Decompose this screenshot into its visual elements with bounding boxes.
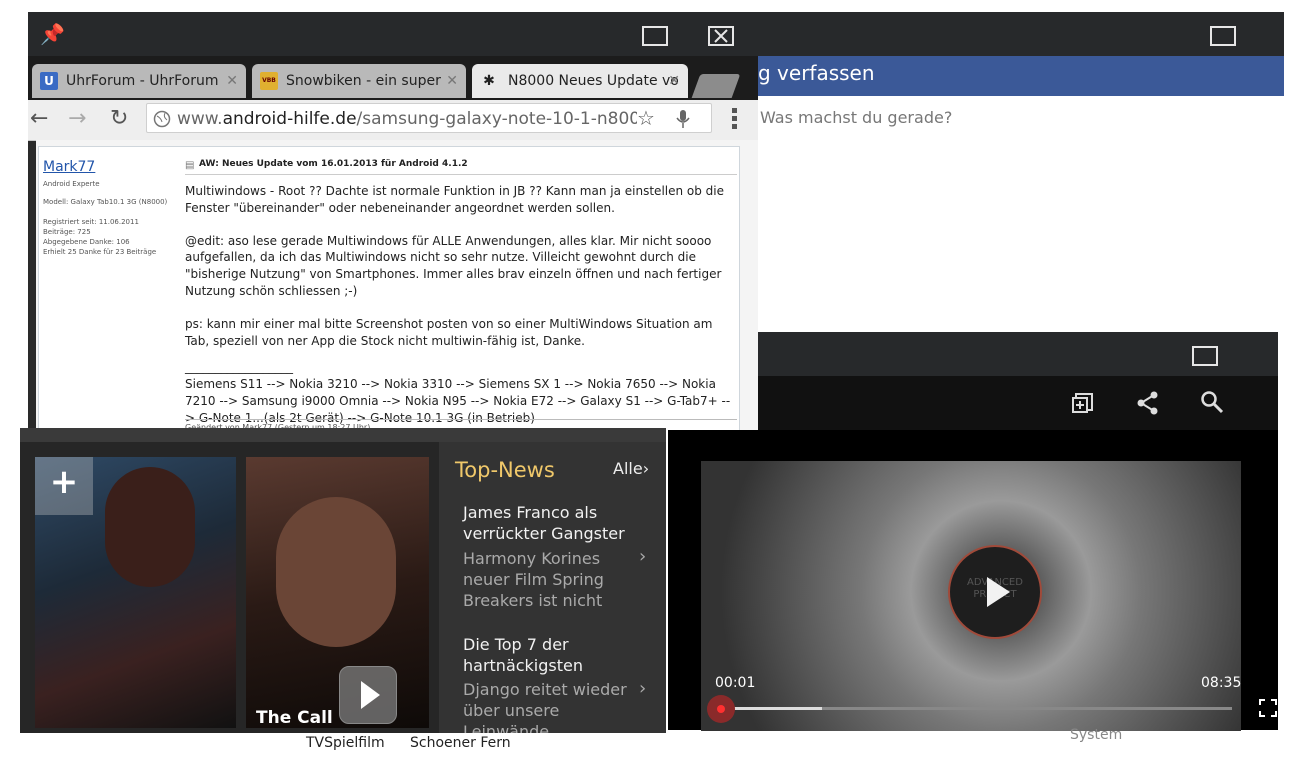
maximize-icon[interactable] (1210, 26, 1236, 46)
poster-title: The Call (256, 708, 333, 728)
author-rank: Android Experte (43, 180, 100, 188)
movie-poster-the-call[interactable] (246, 457, 429, 728)
post-body: Multiwindows - Root ?? Dachte ist normal… (185, 183, 737, 427)
chevron-right-icon: › (642, 459, 650, 478)
author-thanks-received: Erhielt 25 Danke für 23 Beiträge (43, 248, 157, 256)
post-signature: __________________ Siemens S11 --> Nokia… (185, 360, 731, 425)
tab-android-hilfe[interactable]: ✱ N8000 Neues Update vo ✕ (472, 64, 688, 98)
url-field[interactable]: www.android-hilfe.de/samsung-galaxy-note… (146, 103, 712, 133)
url-path: /samsung-galaxy-note-10-1-n800 (356, 109, 637, 129)
tv-brand-label: TVSpielfilm (306, 735, 385, 751)
tab-strip: U UhrForum - UhrForum ✕ VBB Snowbiken - … (28, 56, 758, 100)
tab-label: N8000 Neues Update vo (508, 73, 679, 89)
divider (185, 174, 737, 175)
browser-titlebar: 📌 (28, 12, 758, 56)
url-text: www.android-hilfe.de/samsung-galaxy-note… (177, 104, 637, 134)
video-app-window (758, 332, 1278, 432)
play-trailer-button[interactable] (339, 666, 397, 724)
tab-close-icon[interactable]: ✕ (668, 64, 680, 98)
news-title[interactable]: James Franco als verrückter Gangster (463, 502, 633, 544)
tv-brand-label: Schoener Fern (410, 735, 511, 751)
post-icon: ▤ (185, 160, 195, 171)
new-tab-button[interactable] (691, 74, 741, 98)
maximize-icon[interactable] (1192, 346, 1218, 366)
uhrforum-favicon-icon: U (40, 72, 58, 90)
current-time: 00:01 (715, 675, 756, 691)
star-icon[interactable]: ☆ (637, 106, 655, 130)
url-domain: android-hilfe.de (222, 109, 357, 129)
news-title[interactable]: Die Top 7 der hartnäckigsten (463, 634, 633, 676)
author-model: Modell: Galaxy Tab10.1 3G (N8000) (43, 198, 168, 206)
status-input[interactable]: Was machst du gerade? (760, 108, 952, 127)
chevron-right-icon[interactable]: › (639, 546, 646, 567)
search-icon[interactable] (1200, 390, 1224, 416)
maximize-icon[interactable] (642, 26, 668, 46)
play-icon (987, 577, 1010, 607)
share-icon[interactable] (1136, 390, 1160, 416)
forward-icon[interactable]: → (68, 106, 86, 131)
vbb-favicon-icon: VBB (260, 72, 278, 90)
divider (185, 419, 737, 420)
chevron-right-icon[interactable]: › (639, 678, 646, 699)
url-prefix: www. (177, 109, 223, 129)
tv-app-window: + The Call Top-News Alle› James Franco a… (20, 428, 666, 733)
tab-snowbiken[interactable]: VBB Snowbiken - ein super ✕ (252, 64, 466, 98)
add-icon[interactable]: + (35, 462, 93, 502)
reload-icon[interactable]: ↻ (110, 106, 128, 131)
pin-icon[interactable]: 📌 (40, 22, 65, 46)
forum-page: Mark77 Android Experte Modell: Galaxy Ta… (36, 140, 758, 432)
post-paragraph: @edit: aso lese gerade Multiwindows für … (185, 233, 722, 298)
author-thanks-given: Abgegebene Danke: 106 (43, 238, 130, 246)
system-label: System (1070, 727, 1123, 743)
post-paragraph: ps: kann mir einer mal bitte Screenshot … (185, 316, 713, 348)
post-paragraph: Multiwindows - Root ?? Dachte ist normal… (185, 184, 725, 215)
top-news-panel: Top-News Alle› James Franco als verrückt… (439, 442, 666, 733)
facebook-titlebar (758, 12, 1284, 56)
news-summary[interactable]: Harmony Korines neuer Film Spring Breake… (463, 548, 633, 611)
total-time: 08:35 (1201, 675, 1242, 691)
play-button[interactable]: ADVANCED PROJECT (948, 545, 1042, 639)
news-header: Top-News (455, 458, 555, 482)
tab-label: Snowbiken - ein super (286, 73, 441, 89)
play-icon (361, 681, 380, 709)
browser-window: 📌 U UhrForum - UhrForum ✕ VBB Snowbiken … (28, 12, 758, 432)
author-name[interactable]: Mark77 (43, 159, 95, 175)
author-registered: Registriert seit: 11.06.2011 (43, 218, 139, 226)
video-player: ADVANCED PROJECT 00:01 08:35 (668, 430, 1278, 731)
fullscreen-icon[interactable] (1258, 698, 1278, 718)
video-action-bar (758, 376, 1278, 432)
seek-handle-dot (717, 705, 725, 713)
close-icon (714, 29, 728, 43)
facebook-window: g verfassen Was machst du gerade? (758, 12, 1284, 332)
all-news-link[interactable]: Alle› (613, 459, 649, 478)
tab-close-icon[interactable]: ✕ (226, 64, 238, 98)
tv-topbar (20, 428, 666, 442)
forum-post: Mark77 Android Experte Modell: Galaxy Ta… (38, 146, 740, 432)
android-icon: ✱ (483, 73, 495, 89)
add-to-playlist-icon[interactable] (1072, 392, 1094, 414)
post-title: AW: Neues Update vom 16.01.2013 für Andr… (199, 159, 468, 169)
poster-figure (276, 497, 396, 647)
news-summary[interactable]: Django reitet wieder über unsere Leinwän… (463, 679, 633, 733)
microphone-icon[interactable] (675, 109, 691, 129)
facebook-header: g verfassen (758, 56, 1284, 96)
author-posts: Beiträge: 725 (43, 228, 91, 236)
compose-title: g verfassen (758, 61, 875, 85)
tab-label: UhrForum - UhrForum (66, 73, 219, 89)
back-icon[interactable]: ← (30, 106, 48, 131)
buffer-bar (720, 707, 822, 710)
globe-icon (153, 110, 171, 128)
all-label: Alle (613, 459, 643, 478)
tab-close-icon[interactable]: ✕ (446, 64, 458, 98)
poster-figure (105, 467, 195, 587)
author-info: Android Experte Modell: Galaxy Tab10.1 3… (43, 179, 178, 257)
close-window-button[interactable] (708, 26, 734, 46)
menu-icon[interactable] (732, 108, 738, 129)
address-bar: ← → ↻ www.android-hilfe.de/samsung-galax… (28, 100, 758, 141)
tab-uhrforum[interactable]: U UhrForum - UhrForum ✕ (32, 64, 246, 98)
video-app-titlebar (758, 332, 1278, 376)
